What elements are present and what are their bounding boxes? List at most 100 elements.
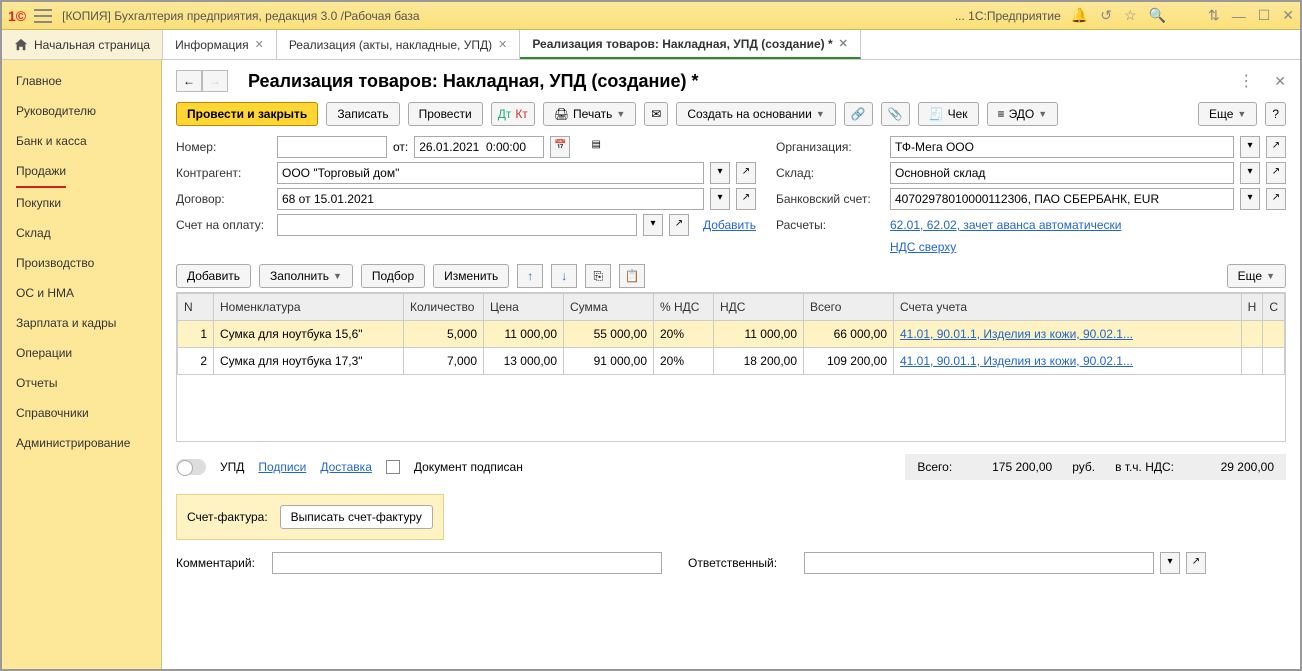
close-page-icon[interactable]: ✕ — [1274, 73, 1286, 90]
sidebar-item-purchases[interactable]: Покупки — [2, 188, 161, 218]
fill-button[interactable]: Заполнить▼ — [259, 264, 353, 288]
col-acc[interactable]: Счета учета — [894, 294, 1242, 321]
history-icon[interactable]: ↺ — [1100, 7, 1112, 24]
star-icon[interactable]: ☆ — [1124, 7, 1137, 24]
rasch-link[interactable]: 62.01, 62.02, зачет аванса автоматически — [890, 218, 1121, 232]
email-button[interactable]: ✉ — [644, 102, 668, 126]
tab-realization-list[interactable]: Реализация (акты, накладные, УПД)✕ — [277, 30, 521, 59]
col-qty[interactable]: Количество — [404, 294, 484, 321]
open-icon[interactable]: ↗ — [1186, 552, 1206, 574]
number-input[interactable] — [277, 136, 387, 158]
sf-button[interactable]: Выписать счет-фактуру — [280, 505, 433, 529]
sidebar-item-bank[interactable]: Банк и касса — [2, 126, 161, 156]
open-icon[interactable]: ↗ — [669, 214, 689, 236]
sidebar-item-reports[interactable]: Отчеты — [2, 368, 161, 398]
calendar-icon[interactable]: 📅 — [550, 136, 570, 158]
tab-info[interactable]: Информация✕ — [163, 30, 277, 59]
write-button[interactable]: Записать — [326, 102, 399, 126]
close-icon[interactable]: ✕ — [839, 37, 848, 50]
dropdown-icon[interactable]: ▾ — [1240, 136, 1260, 158]
col-price[interactable]: Цена — [484, 294, 564, 321]
col-name[interactable]: Номенклатура — [214, 294, 404, 321]
col-h[interactable]: Н — [1241, 294, 1263, 321]
close-icon[interactable]: ✕ — [1282, 7, 1294, 24]
dogovor-input[interactable] — [277, 188, 704, 210]
open-icon[interactable]: ↗ — [1266, 162, 1286, 184]
col-vatp[interactable]: % НДС — [654, 294, 714, 321]
doc-signed-checkbox[interactable] — [386, 460, 400, 474]
col-sum[interactable]: Сумма — [564, 294, 654, 321]
sidebar-item-payroll[interactable]: Зарплата и кадры — [2, 308, 161, 338]
pick-button[interactable]: Подбор — [361, 264, 425, 288]
dropdown-icon[interactable]: ▾ — [710, 188, 730, 210]
check-button[interactable]: 🧾 Чек — [918, 102, 979, 126]
more-icon[interactable]: ⋮ — [1238, 71, 1254, 91]
close-icon[interactable]: ✕ — [255, 38, 264, 51]
open-icon[interactable]: ↗ — [736, 188, 756, 210]
menu-icon[interactable] — [34, 9, 52, 23]
col-n[interactable]: N — [178, 294, 214, 321]
minimize-icon[interactable]: — — [1232, 8, 1246, 24]
print-button[interactable]: 🖨 Печать▼ — [543, 102, 636, 126]
move-up-button[interactable]: ↑ — [517, 264, 543, 288]
schet-input[interactable] — [277, 214, 637, 236]
dropdown-icon[interactable]: ▾ — [710, 162, 730, 184]
sidebar-item-warehouse[interactable]: Склад — [2, 218, 161, 248]
add-link[interactable]: Добавить — [703, 218, 756, 232]
acc-link[interactable]: 41.01, 90.01.1, Изделия из кожи, 90.02.1… — [900, 354, 1133, 368]
table-row[interactable]: 1 Сумка для ноутбука 15,6" 5,000 11 000,… — [178, 321, 1285, 348]
extra-icon[interactable]: ▤ — [586, 136, 606, 158]
paste-button[interactable]: 📋 — [619, 264, 645, 288]
dropdown-icon[interactable]: ▾ — [1240, 188, 1260, 210]
settings-icon[interactable]: ⇅ — [1208, 7, 1220, 24]
post-close-button[interactable]: Провести и закрыть — [176, 102, 318, 126]
edit-button[interactable]: Изменить — [433, 264, 509, 288]
search-icon[interactable]: 🔍 — [1149, 7, 1166, 24]
related-button[interactable]: 🔗 — [844, 102, 873, 126]
resp-input[interactable] — [804, 552, 1154, 574]
post-button[interactable]: Провести — [408, 102, 483, 126]
open-icon[interactable]: ↗ — [736, 162, 756, 184]
sklad-input[interactable] — [890, 162, 1234, 184]
forward-button[interactable]: → — [202, 70, 228, 92]
bank-input[interactable] — [890, 188, 1234, 210]
copy-button[interactable]: ⎘ — [585, 264, 611, 288]
help-button[interactable]: ? — [1265, 102, 1286, 126]
acc-link[interactable]: 41.01, 90.01.1, Изделия из кожи, 90.02.1… — [900, 327, 1133, 341]
attach-button[interactable]: 📎 — [881, 102, 910, 126]
date-input[interactable] — [414, 136, 544, 158]
edo-button[interactable]: ≡ ЭДО▼ — [987, 102, 1059, 126]
bell-icon[interactable]: 🔔 — [1071, 7, 1088, 24]
sidebar-item-operations[interactable]: Операции — [2, 338, 161, 368]
comment-input[interactable] — [272, 552, 662, 574]
org-input[interactable] — [890, 136, 1234, 158]
delivery-link[interactable]: Доставка — [320, 460, 372, 474]
close-icon[interactable]: ✕ — [498, 38, 507, 51]
dropdown-icon[interactable]: ▾ — [1160, 552, 1180, 574]
table-row[interactable]: 2 Сумка для ноутбука 17,3" 7,000 13 000,… — [178, 348, 1285, 375]
more-rows-button[interactable]: Еще▼ — [1227, 264, 1286, 288]
tab-start[interactable]: Начальная страница — [2, 30, 163, 59]
move-down-button[interactable]: ↓ — [551, 264, 577, 288]
back-button[interactable]: ← — [176, 70, 202, 92]
sign-link[interactable]: Подписи — [258, 460, 306, 474]
dropdown-icon[interactable]: ▾ — [1240, 162, 1260, 184]
sidebar-item-admin[interactable]: Администрирование — [2, 428, 161, 458]
tab-realization-doc[interactable]: Реализация товаров: Накладная, УПД (созд… — [520, 30, 861, 59]
sidebar-item-main[interactable]: Главное — [2, 66, 161, 96]
contr-input[interactable] — [277, 162, 704, 184]
dropdown-icon[interactable]: ▾ — [643, 214, 663, 236]
upd-toggle[interactable] — [176, 459, 206, 475]
col-s[interactable]: С — [1263, 294, 1285, 321]
dt-kt-button[interactable]: ДтКт — [491, 102, 535, 126]
more-button[interactable]: Еще▼ — [1198, 102, 1257, 126]
sidebar-item-assets[interactable]: ОС и НМА — [2, 278, 161, 308]
nds-link[interactable]: НДС сверху — [890, 240, 956, 254]
open-icon[interactable]: ↗ — [1266, 136, 1286, 158]
col-vat[interactable]: НДС — [714, 294, 804, 321]
open-icon[interactable]: ↗ — [1266, 188, 1286, 210]
maximize-icon[interactable]: ☐ — [1258, 7, 1271, 24]
sidebar-item-sales[interactable]: Продажи — [16, 156, 66, 188]
sidebar-item-manager[interactable]: Руководителю — [2, 96, 161, 126]
add-row-button[interactable]: Добавить — [176, 264, 251, 288]
